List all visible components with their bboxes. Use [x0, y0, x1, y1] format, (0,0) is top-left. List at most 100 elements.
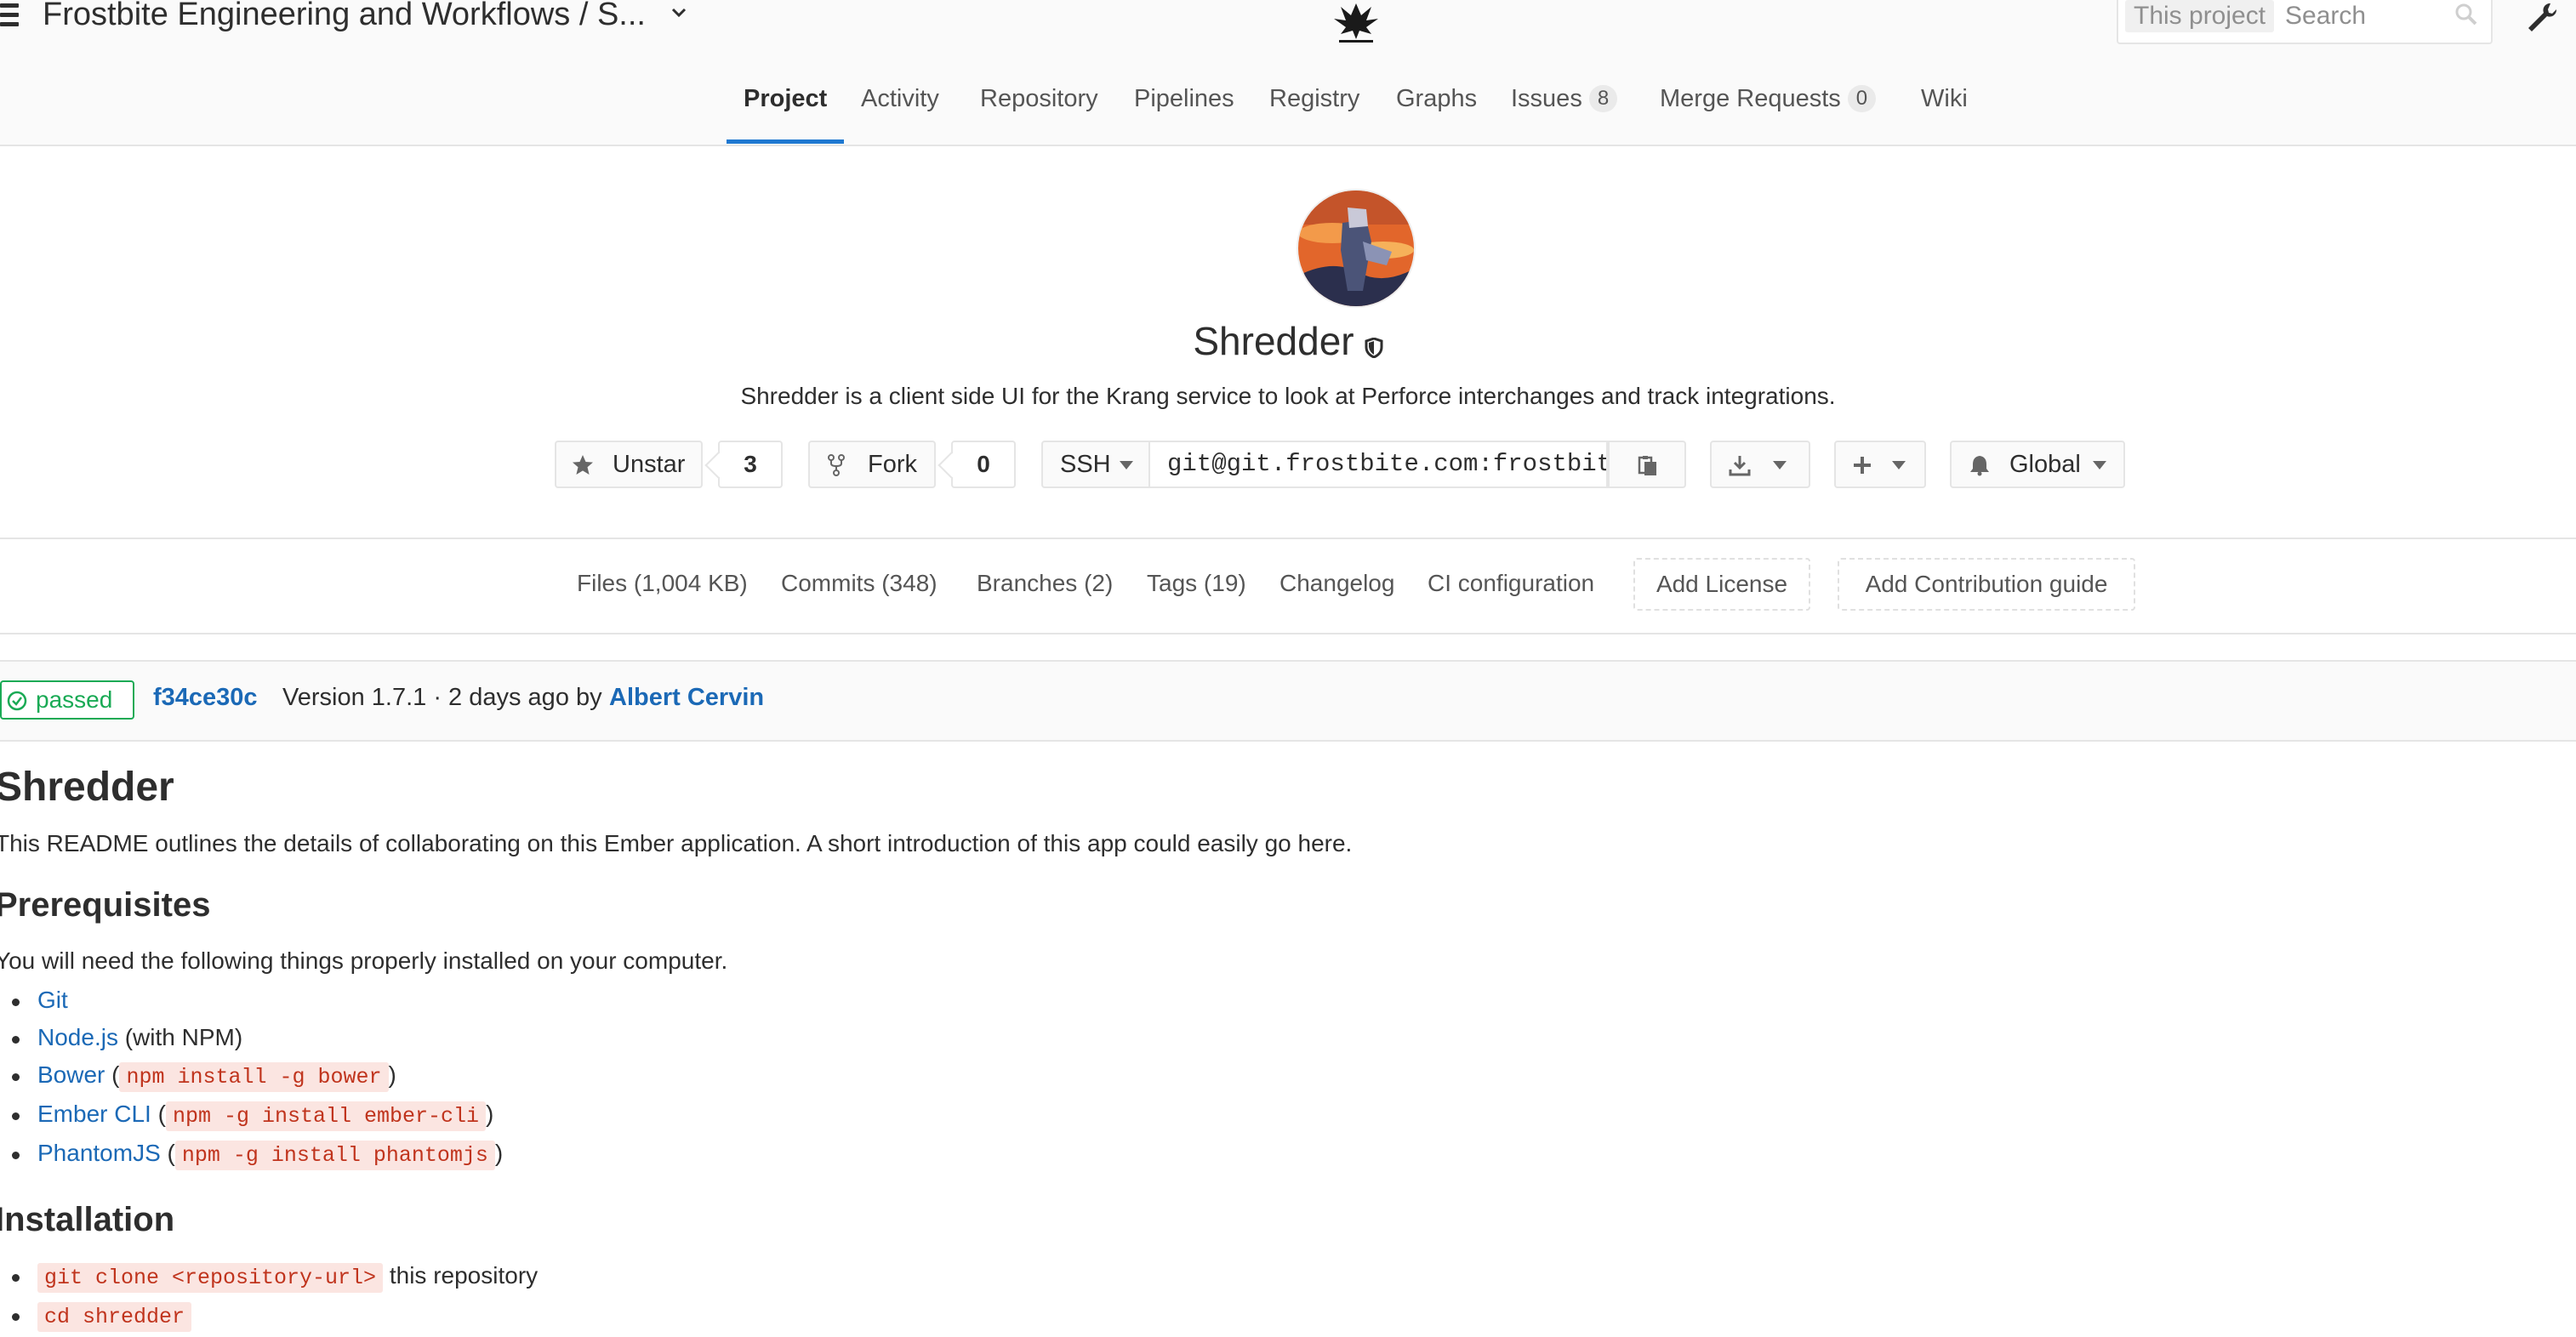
tab-wiki[interactable]: Wiki: [1921, 78, 1968, 145]
list-item-text: (: [105, 1061, 120, 1088]
phantomjs-link[interactable]: PhantomJS: [37, 1140, 161, 1166]
tab-activity[interactable]: Activity: [861, 78, 939, 145]
add-license-button[interactable]: Add License: [1633, 558, 1810, 611]
inline-code: npm -g install ember-cli: [165, 1101, 486, 1131]
list-item-text: ): [388, 1061, 396, 1088]
list-item-text: this repository: [383, 1262, 539, 1289]
bower-link[interactable]: Bower: [37, 1061, 105, 1088]
add-contribution-guide-button[interactable]: Add Contribution guide: [1838, 558, 2135, 611]
fork-button[interactable]: Fork: [808, 441, 936, 488]
top-navbar: Frostbite Engineering and Workflows / S.…: [0, 0, 2576, 146]
tab-graphs[interactable]: Graphs: [1396, 78, 1477, 145]
list-item: Git: [12, 987, 68, 1014]
list-item: Ember CLI (npm -g install ember-cli): [11, 1101, 494, 1131]
tab-issues-label: Issues: [1511, 85, 1582, 112]
tab-project[interactable]: Project: [744, 78, 827, 145]
tags-link[interactable]: Tags (19): [1147, 570, 1246, 597]
list-item: Bower (npm install -g bower): [12, 1061, 396, 1092]
readme-intro: This README outlines the details of coll…: [0, 830, 1353, 856]
search-scope-badge[interactable]: This project: [2125, 0, 2275, 32]
project-nav: Project Activity Repository Pipelines Re…: [0, 78, 2576, 145]
caret-down-icon: [2093, 461, 2106, 469]
tab-issues[interactable]: Issues 8: [1511, 78, 1618, 145]
unstar-button[interactable]: Unstar: [555, 441, 703, 488]
clipboard-icon: [1638, 456, 1656, 475]
list-item-text: ): [486, 1101, 494, 1127]
chevron-down-icon[interactable]: [670, 7, 687, 19]
tab-pipelines[interactable]: Pipelines: [1134, 78, 1234, 145]
download-dropdown[interactable]: [1710, 441, 1810, 488]
project-avatar: [1297, 189, 1416, 308]
ci-configuration-link[interactable]: CI configuration: [1428, 570, 1594, 597]
list-item: cd shredder: [11, 1301, 192, 1332]
list-item: PhantomJS (npm -g install phantomjs): [11, 1140, 504, 1170]
copy-url-button[interactable]: [1608, 441, 1686, 488]
project-title: Shredder: [0, 318, 2576, 364]
inline-code: npm -g install phantomjs: [174, 1141, 495, 1170]
tab-repository[interactable]: Repository: [980, 78, 1098, 145]
commit-sha-link[interactable]: f34ce30c: [153, 684, 258, 712]
caret-down-icon: [1120, 461, 1133, 469]
tab-merge-requests-label: Merge Requests: [1660, 85, 1841, 112]
project-description: Shredder is a client side UI for the Kra…: [740, 383, 1836, 409]
list-item-text: (with NPM): [117, 1024, 243, 1050]
star-icon: [573, 455, 593, 475]
ember-cli-link[interactable]: Ember CLI: [37, 1101, 151, 1127]
active-tab-indicator: [727, 139, 844, 144]
inline-code: npm install -g bower: [119, 1062, 389, 1092]
list-item: Node.js (with NPM): [11, 1024, 243, 1051]
prerequisites-intro: You will need the following things prope…: [0, 947, 728, 974]
installation-heading: Installation: [0, 1201, 175, 1238]
fork-icon: [828, 454, 845, 476]
git-link[interactable]: Git: [37, 987, 68, 1013]
search-field[interactable]: This project Search: [2117, 0, 2493, 44]
clone-url-input[interactable]: git@git.frostbite.com:frostbit: [1148, 441, 1608, 488]
download-icon: [1729, 456, 1751, 476]
tab-merge-requests[interactable]: Merge Requests 0: [1660, 78, 1877, 145]
pipeline-status-label: passed: [36, 686, 113, 713]
notification-dropdown[interactable]: Global: [1950, 441, 2125, 488]
unstar-label: Unstar: [613, 451, 686, 478]
plus-icon: [1854, 457, 1871, 474]
tab-registry[interactable]: Registry: [1269, 78, 1359, 145]
star-count[interactable]: 3: [718, 441, 783, 488]
list-item-text: (: [151, 1101, 166, 1127]
search-input[interactable]: Search: [2285, 0, 2366, 32]
notification-level-label: Global: [2009, 451, 2081, 478]
commit-author-link[interactable]: Albert Cervin: [609, 684, 764, 712]
new-item-dropdown[interactable]: [1834, 441, 1926, 488]
files-link[interactable]: Files (1,004 KB): [577, 570, 748, 597]
inline-code: git clone <repository-url>: [37, 1263, 384, 1293]
divider: [0, 538, 2576, 539]
frostbite-logo[interactable]: [1322, 0, 1390, 46]
caret-down-icon: [1892, 461, 1906, 469]
branches-link[interactable]: Branches (2): [977, 570, 1113, 597]
list-item-text: (: [160, 1140, 175, 1166]
merge-requests-count-badge: 0: [1847, 85, 1877, 112]
fork-label: Fork: [868, 451, 917, 478]
wrench-icon[interactable]: [2525, 0, 2559, 34]
pipeline-status-badge[interactable]: passed: [0, 680, 134, 720]
divider: [0, 633, 2576, 634]
visibility-shield-icon: [1365, 338, 1383, 358]
prerequisites-heading: Prerequisites: [0, 886, 211, 924]
readme-title: Shredder: [0, 765, 174, 810]
hamburger-menu-icon[interactable]: [0, 3, 19, 29]
caret-down-icon: [1773, 461, 1787, 469]
clone-protocol-label: SSH: [1060, 451, 1111, 478]
group-project-title[interactable]: Frostbite Engineering and Workflows / S.…: [43, 0, 646, 33]
check-circle-icon: [7, 691, 27, 711]
last-commit-bar: passed f34ce30c Version 1.7.1 · 2 days a…: [0, 660, 2576, 742]
nodejs-link[interactable]: Node.js: [37, 1024, 118, 1050]
commits-link[interactable]: Commits (348): [781, 570, 938, 597]
clone-protocol-dropdown[interactable]: SSH: [1041, 441, 1152, 488]
list-item-text: ): [494, 1140, 504, 1166]
inline-code: cd shredder: [37, 1302, 192, 1332]
project-name: Shredder: [1193, 319, 1354, 363]
changelog-link[interactable]: Changelog: [1279, 570, 1394, 597]
fork-count[interactable]: 0: [951, 441, 1016, 488]
commit-message: Version 1.7.1 · 2 days ago by: [282, 684, 602, 711]
bell-icon: [1970, 456, 1989, 476]
search-icon[interactable]: [2453, 2, 2479, 27]
list-item: git clone <repository-url> this reposito…: [11, 1262, 539, 1293]
